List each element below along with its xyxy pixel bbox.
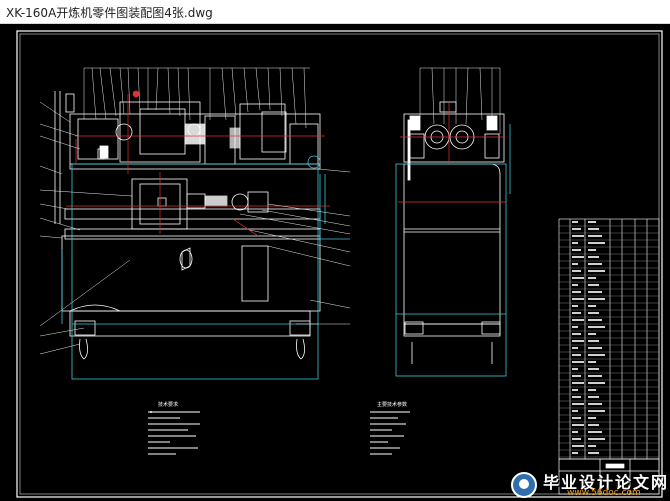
parts-list-row-text — [588, 410, 605, 412]
parts-list-row-text — [572, 312, 581, 314]
parts-list-row-text — [588, 298, 605, 300]
parts-list-row-text — [588, 221, 596, 223]
parts-list-row-text — [588, 445, 596, 447]
front-view-hidden-lines — [61, 155, 350, 380]
cad-drawing[interactable]: 技术要求 主要技术参数 — [0, 24, 670, 501]
parts-list-row-text — [588, 242, 605, 244]
parts-list-row-text — [588, 396, 599, 398]
parts-list-row-text — [572, 221, 578, 223]
parts-list-row-text — [572, 403, 584, 405]
parts-list-row-text — [572, 375, 581, 377]
parts-list-row-text — [588, 291, 602, 293]
parts-list-row-text — [572, 249, 581, 251]
parts-list-row-text — [572, 235, 584, 237]
parts-list-row-text — [572, 291, 581, 293]
sheet-frame — [16, 30, 663, 498]
parts-list-row-text — [588, 382, 605, 384]
parts-list-row-text — [588, 452, 599, 454]
parts-list-row-text — [588, 403, 602, 405]
parts-list-row-text — [588, 319, 602, 321]
parts-list-row-text — [588, 326, 605, 328]
parts-list-row-text — [572, 256, 584, 258]
parts-list-row-text — [588, 361, 596, 363]
parts-list-row-text — [588, 389, 596, 391]
parts-list-row-text — [572, 389, 578, 391]
parts-list-row-text — [572, 305, 578, 307]
parts-list-row-text — [588, 270, 605, 272]
parts-list-row-text — [588, 347, 602, 349]
window-title: XK-160A开炼机零件图装配图4张.dwg — [6, 6, 213, 20]
parts-list-row-text — [588, 305, 596, 307]
parts-list-row-text — [572, 382, 584, 384]
parts-list-row-text — [588, 424, 599, 426]
parts-list-row-text — [572, 431, 578, 433]
parts-list-row-text — [588, 354, 605, 356]
watermark: 毕业设计论文网 www.56doc.com — [505, 469, 670, 501]
parts-list-row-text — [572, 438, 581, 440]
drawing-canvas[interactable]: 技术要求 主要技术参数 — [0, 24, 670, 501]
parts-list-row-text — [572, 326, 578, 328]
parts-list-row-text — [572, 242, 578, 244]
parts-list-row-text — [572, 445, 584, 447]
parts-list-row-text — [572, 396, 581, 398]
parts-list-row-text — [572, 333, 581, 335]
parts-list-row-text — [572, 284, 578, 286]
parts-list-row-text — [572, 354, 581, 356]
parts-list-row-text — [588, 431, 602, 433]
front-view — [54, 91, 321, 360]
parts-list-row-text — [588, 340, 599, 342]
parts-list-row-text — [588, 284, 599, 286]
parts-list-row-text — [588, 368, 599, 370]
parts-list-row-text — [572, 263, 578, 265]
parts-list-row-text — [572, 368, 578, 370]
parts-list-row-text — [588, 438, 605, 440]
parts-list-row-text — [588, 277, 596, 279]
parts-list-row-text — [572, 417, 581, 419]
notes-right-title: 主要技术参数 — [377, 401, 407, 408]
parts-list-row-text — [588, 235, 602, 237]
parts-list-row-text — [588, 249, 596, 251]
notes-right-lines — [370, 411, 410, 455]
notes-left-lines — [148, 411, 200, 455]
parts-list-table — [558, 218, 660, 460]
parts-list-row-text — [572, 319, 584, 321]
parts-list-row-text — [588, 256, 599, 258]
parts-list-row-text — [588, 333, 596, 335]
parts-list-row-text — [572, 277, 584, 279]
side-view — [403, 101, 505, 364]
doc-logo-icon — [511, 472, 537, 498]
parts-list-row-text — [588, 263, 602, 265]
parts-list-row-text — [588, 375, 602, 377]
notes-left-title: 技术要求 — [158, 401, 178, 408]
parts-list-row-text — [572, 361, 584, 363]
parts-list-row-text — [588, 228, 599, 230]
parts-list-row-text — [572, 424, 584, 426]
parts-list-row-text — [588, 312, 599, 314]
parts-list-row-text — [572, 340, 584, 342]
watermark-url: www.56doc.com — [567, 488, 641, 498]
window-titlebar: XK-160A开炼机零件图装配图4张.dwg — [0, 0, 670, 24]
parts-list-row-text — [572, 410, 578, 412]
parts-list-row-text — [572, 298, 584, 300]
parts-list-row-text — [572, 452, 578, 454]
parts-list-row-text — [572, 228, 581, 230]
parts-list-row-text — [588, 417, 596, 419]
parts-list-row-text — [572, 270, 581, 272]
parts-list-rows — [559, 221, 659, 458]
parts-list-row-text — [572, 347, 578, 349]
sheet-inner-frame — [19, 33, 660, 495]
